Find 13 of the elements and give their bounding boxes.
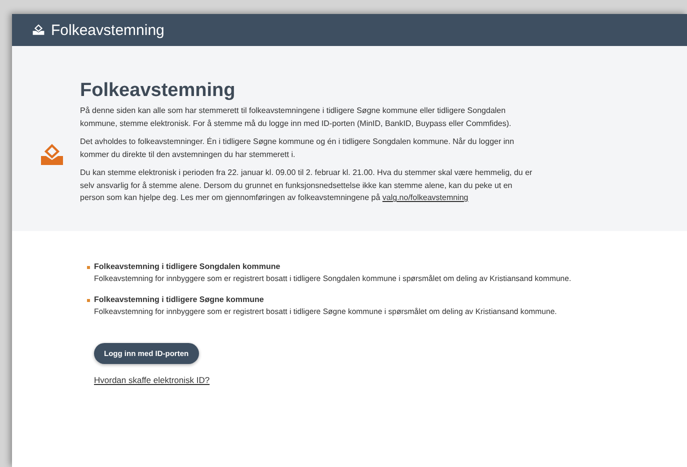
heading: Folkeavstemning [80,80,236,102]
election-title[interactable]: Folkeavstemning i tidligere Søgne kommune [94,294,557,306]
paragraph: Det avholdes to folkeavstemninger. Én i tidligere Søgne kommune og én i tidligere Songdalen kommune. Når du logger inn kommer du direkte til den avstemningen du har stemmerett i. [80,136,516,161]
page-title: Folkeavstemning [51,22,164,38]
paragraph: På denne siden kan alle som har stemmerett til folkeavstemningene i tidligere Søgne kommune eller tidligere Songdalen kommune, stemme elektronisk. For å stemme må du logge inn med ID-porten (MinID, BankID, Buypass eller Commfides). [80,105,512,130]
paragraph: Du kan stemme elektronisk i perioden fra 22. januar kl. 09.00 til 2. februar kl. 21.00. Hva du stemmer skal være hemmelig, du er selv ansvarlig for å stemme alene. Dersom du grunnet en funksjonsnedsettelse ikke kan stemme alene, kan du peke ut en person som kan hjelpe deg. Les mer om gjennomføringen av folkeavstemningene på valg.no/folkeavstemning [80,167,534,204]
ballot-box-icon [32,24,45,36]
bullet-icon [87,298,90,302]
bullet-icon [87,266,90,268]
election-title[interactable]: Folkeavstemning i tidligere Songdalen kommune [94,260,572,272]
ballot-box-icon [40,144,64,166]
help-link[interactable]: Hvordan skaffe elektronisk ID? [94,374,210,384]
link[interactable]: valg.no/folkeavstemning [382,193,468,202]
